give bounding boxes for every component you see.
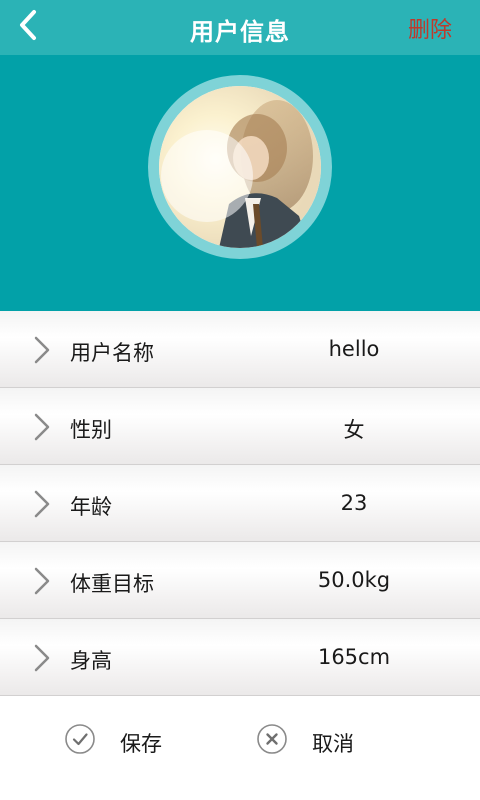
chevron-right-icon bbox=[34, 567, 50, 595]
field-value: hello bbox=[328, 337, 380, 361]
field-label: 性别 bbox=[70, 418, 112, 442]
save-button[interactable]: 保存 bbox=[64, 723, 184, 757]
close-circle-icon bbox=[257, 724, 287, 754]
field-value: 23 bbox=[340, 491, 368, 515]
field-value: 165cm bbox=[317, 645, 391, 669]
action-bar: 保存 取消 bbox=[0, 697, 480, 800]
delete-button[interactable]: 删除 bbox=[408, 12, 452, 44]
field-row-age[interactable]: 年龄 23 bbox=[0, 465, 480, 542]
cancel-label: 取消 bbox=[312, 732, 354, 756]
field-row-username[interactable]: 用户名称 hello bbox=[0, 311, 480, 388]
avatar[interactable] bbox=[159, 86, 321, 248]
field-row-height[interactable]: 身高 165cm bbox=[0, 619, 480, 696]
cancel-button[interactable]: 取消 bbox=[256, 723, 376, 757]
chevron-right-icon bbox=[34, 336, 50, 364]
field-value: 50.0kg bbox=[317, 568, 391, 592]
field-label: 年龄 bbox=[70, 495, 112, 519]
profile-header bbox=[0, 55, 480, 311]
check-circle-icon bbox=[65, 724, 95, 754]
chevron-right-icon bbox=[34, 490, 50, 518]
save-label: 保存 bbox=[120, 732, 162, 756]
top-bar: 用户信息 删除 bbox=[0, 0, 480, 55]
user-info-list: 用户名称 hello 性别 女 年龄 23 体重目标 50.0kg 身高 165… bbox=[0, 311, 480, 696]
field-value: 女 bbox=[343, 418, 365, 442]
field-label: 用户名称 bbox=[70, 341, 154, 365]
field-label: 体重目标 bbox=[70, 572, 154, 596]
chevron-right-icon bbox=[34, 644, 50, 672]
user-avatar-photo bbox=[159, 86, 321, 248]
field-row-weight-goal[interactable]: 体重目标 50.0kg bbox=[0, 542, 480, 619]
field-row-gender[interactable]: 性别 女 bbox=[0, 388, 480, 465]
chevron-right-icon bbox=[34, 413, 50, 441]
field-label: 身高 bbox=[70, 649, 112, 673]
avatar-ring bbox=[148, 75, 332, 259]
